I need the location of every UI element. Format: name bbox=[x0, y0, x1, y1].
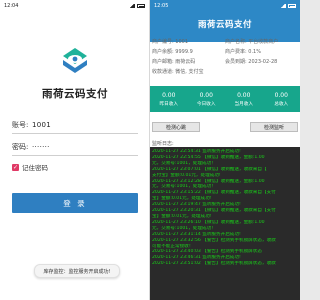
check-heartbeat-button[interactable]: 检测心跳 bbox=[152, 122, 200, 132]
app-logo-icon bbox=[63, 48, 87, 73]
status-time: 12:05 bbox=[154, 3, 169, 9]
password-field[interactable]: 密码: ······· bbox=[12, 138, 138, 156]
battery-icon bbox=[288, 4, 296, 8]
login-screen: 12:04 雨荷云码支付 账号: 1001 密码: ······· ✓ 记住密码… bbox=[0, 0, 150, 300]
check-monitor-button[interactable]: 检测监听 bbox=[250, 122, 298, 132]
checkbox-checked-icon[interactable]: ✓ bbox=[12, 163, 19, 171]
info-row: 商户编号: 1001 商户名称: 平台收款商户 bbox=[152, 36, 298, 46]
stat-today: 0.00 今日收入 bbox=[188, 86, 226, 112]
merchant-id: 商户编号: 1001 bbox=[152, 38, 188, 45]
remember-password[interactable]: ✓ 记住密码 bbox=[12, 162, 48, 172]
merchant-info: 商户编号: 1001 商户名称: 平台收款商户 商户余额: 9999.9 商户费… bbox=[152, 36, 298, 76]
stat-label: 今日收入 bbox=[197, 101, 216, 107]
stat-total: 0.00 总收入 bbox=[263, 86, 301, 112]
stat-yesterday: 0.00 昨日收入 bbox=[150, 86, 188, 112]
status-icons bbox=[129, 4, 145, 8]
remember-label: 记住密码 bbox=[22, 164, 48, 172]
account-field[interactable]: 账号: 1001 bbox=[12, 116, 138, 134]
password-input[interactable]: ······· bbox=[32, 143, 138, 151]
stat-label: 昨日收入 bbox=[159, 101, 178, 107]
status-icons bbox=[280, 4, 296, 8]
log-title: 监听日志: bbox=[152, 141, 174, 147]
monitor-log[interactable]: 2020-11-27 22:54:31 监听服务开启成功! 2020-11-27 … bbox=[150, 147, 300, 300]
stat-value: 0.00 bbox=[237, 91, 251, 99]
toast-message: 库存监控：监控服务开启成功! bbox=[34, 264, 120, 278]
info-row: 商户邮箱: 雨荷云码 会员到期: 2023-02-28 bbox=[152, 56, 298, 66]
signal-icon bbox=[129, 4, 135, 8]
account-label: 账号: bbox=[12, 120, 29, 129]
battery-icon bbox=[137, 4, 145, 8]
merchant-balance: 商户余额: 9999.9 bbox=[152, 48, 193, 55]
stat-value: 0.00 bbox=[274, 91, 288, 99]
stat-value: 0.00 bbox=[199, 91, 213, 99]
status-bar: 12:04 bbox=[0, 0, 149, 12]
monitor-screen: 12:05 雨荷云码支付 商户编号: 1001 商户名称: 平台收款商户 商户余… bbox=[150, 0, 300, 300]
account-input[interactable]: 1001 bbox=[32, 121, 138, 129]
stat-label: 总收入 bbox=[274, 101, 289, 107]
app-title: 雨荷云码支付 bbox=[42, 88, 108, 100]
status-bar: 12:05 bbox=[150, 0, 300, 12]
stat-value: 0.00 bbox=[162, 91, 176, 99]
password-label: 密码: bbox=[12, 142, 29, 151]
log-line: 2020-11-27 23:51:02 【警告】检测到手机锁屏状态，收款 bbox=[152, 261, 276, 267]
payment-channels: 收款通道: 微信, 支付宝 bbox=[152, 68, 204, 75]
page-title: 雨荷云码支付 bbox=[197, 20, 252, 30]
login-button[interactable]: 登 录 bbox=[12, 193, 138, 213]
stat-month: 0.00 当月收入 bbox=[225, 86, 263, 112]
income-stats: 0.00 昨日收入 0.00 今日收入 0.00 当月收入 0.00 总收入 bbox=[150, 86, 300, 112]
stat-label: 当月收入 bbox=[234, 101, 253, 107]
info-row: 收款通道: 微信, 支付宝 bbox=[152, 66, 298, 76]
merchant-name: 商户名称: 平台收款商户 bbox=[225, 38, 279, 45]
status-time: 12:04 bbox=[4, 3, 19, 9]
info-row: 商户余额: 9999.9 商户费率: 0.1% bbox=[152, 46, 298, 56]
screens: 12:04 雨荷云码支付 账号: 1001 密码: ······· ✓ 记住密码… bbox=[0, 0, 300, 300]
merchant-rate: 商户费率: 0.1% bbox=[225, 48, 261, 55]
action-buttons: 检测心跳 检测监听 bbox=[152, 122, 298, 132]
merchant-email: 商户邮箱: 雨荷云码 bbox=[152, 58, 196, 65]
member-expiry: 会员到期: 2023-02-28 bbox=[225, 58, 278, 65]
signal-icon bbox=[280, 4, 286, 8]
